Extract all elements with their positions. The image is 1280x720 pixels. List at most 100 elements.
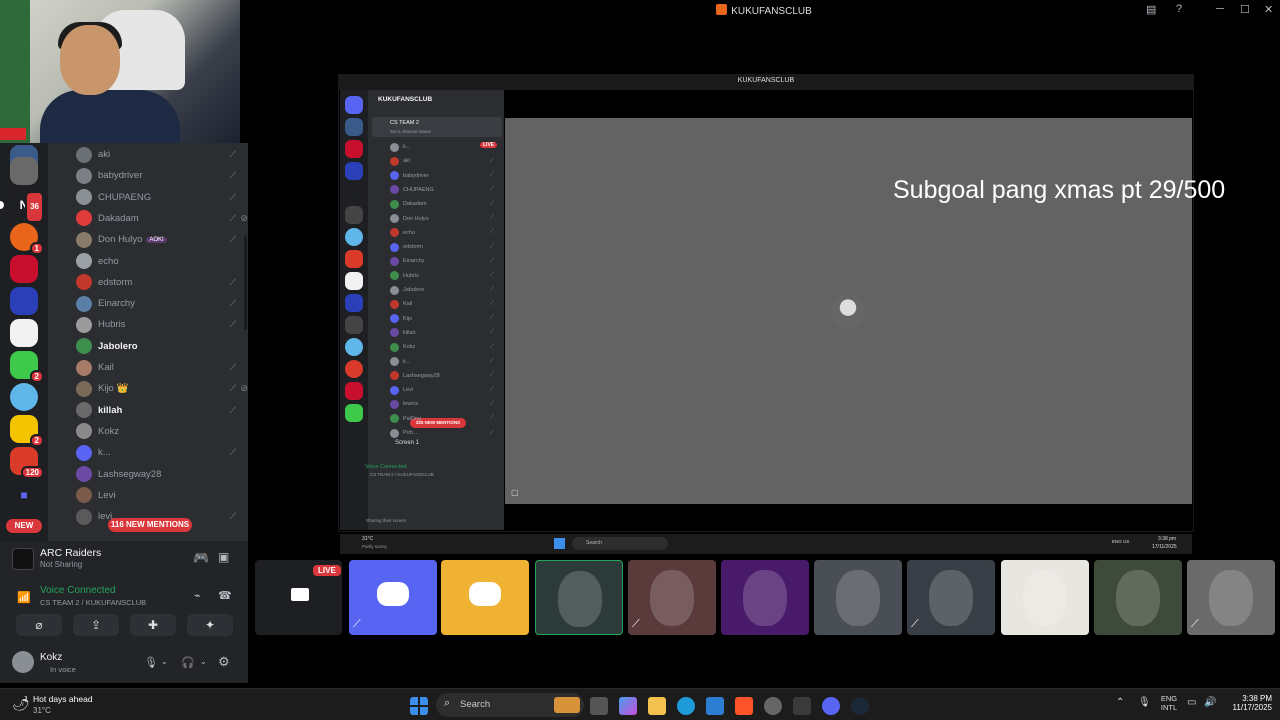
inner-list-item: k... ⟋: [390, 140, 502, 154]
task-view-icon[interactable]: [590, 697, 608, 715]
inner-title-bar: KUKUFANSCLUB: [338, 74, 1194, 90]
list-item[interactable]: k... ⟋: [76, 442, 248, 463]
noise-suppression-icon[interactable]: ⌁: [194, 589, 201, 602]
participant-tile[interactable]: ⟋: [907, 560, 995, 635]
network-icon[interactable]: ▭: [1187, 697, 1196, 708]
discord-icon[interactable]: [822, 697, 840, 715]
server-icon[interactable]: [10, 287, 38, 315]
copilot-icon[interactable]: [619, 697, 637, 715]
clock[interactable]: 3:38 PM 11/17/2025: [1222, 694, 1272, 712]
new-pill[interactable]: NEW: [6, 519, 42, 533]
participant-tile[interactable]: [1094, 560, 1182, 635]
participant-tile[interactable]: [535, 560, 623, 635]
server-icon[interactable]: N 36: [10, 191, 44, 223]
participant-tile[interactable]: [721, 560, 809, 635]
brave-icon[interactable]: [735, 697, 753, 715]
chevron-down-icon[interactable]: ⌄: [161, 657, 168, 666]
list-item[interactable]: killah ⟋: [76, 400, 248, 421]
list-item[interactable]: Levi: [76, 485, 248, 506]
soundboard-button[interactable]: ✦: [187, 614, 233, 636]
store-icon[interactable]: [706, 697, 724, 715]
server-icon[interactable]: 120: [10, 447, 44, 479]
maximize-button[interactable]: ☐: [1240, 3, 1250, 16]
server-icon[interactable]: 1: [10, 223, 44, 255]
server-icon[interactable]: [10, 157, 38, 185]
taskbar-search[interactable]: ⌕ Search: [436, 693, 584, 717]
list-item[interactable]: Don Hulyo AOKI ⟋: [76, 229, 248, 250]
mic-muted-icon: ⟋: [489, 400, 494, 407]
list-item[interactable]: Dakadam ⟋ ⊘: [76, 208, 248, 229]
inbox-icon[interactable]: ▤: [1146, 3, 1156, 16]
volume-icon[interactable]: 🔊: [1204, 697, 1216, 708]
avatar: [390, 299, 399, 309]
activities-button[interactable]: ✚: [130, 614, 176, 636]
nvidia-icon[interactable]: [793, 697, 811, 715]
share-screen-icon[interactable]: ▣: [218, 550, 229, 564]
list-item[interactable]: CHUPAENG ⟋: [76, 187, 248, 208]
participant-tile[interactable]: [814, 560, 902, 635]
avatar: [76, 380, 92, 397]
participant-tile[interactable]: ⟋: [1187, 560, 1275, 635]
server-icon[interactable]: 2: [10, 415, 44, 447]
new-mentions-pill[interactable]: 116 NEW MENTIONS: [108, 518, 192, 532]
weather-icon[interactable]: 🌶: [12, 695, 30, 712]
list-item[interactable]: Jabolero: [76, 336, 248, 357]
avatar[interactable]: [12, 651, 34, 673]
list-item[interactable]: Kokz: [76, 421, 248, 442]
minimize-button[interactable]: ─: [1216, 3, 1224, 15]
mic-tray-icon[interactable]: 🎙: [1138, 697, 1151, 708]
list-item[interactable]: Einarchy ⟋: [76, 293, 248, 314]
server-icon[interactable]: [10, 255, 38, 283]
avatar: [1209, 570, 1253, 626]
avatar: [743, 570, 787, 626]
headphones-icon[interactable]: 🎧: [181, 656, 195, 669]
member-name: k...: [98, 447, 111, 459]
mic-icon[interactable]: 🎙: [144, 656, 158, 669]
user-panel: ARC Raiders Not Sharing 🎮 ▣ 📶 Voice Conn…: [0, 541, 248, 683]
steam-icon[interactable]: [851, 697, 869, 715]
file-explorer-icon[interactable]: [648, 697, 666, 715]
list-item[interactable]: Kail ⟋: [76, 357, 248, 378]
server-icon[interactable]: 2: [10, 351, 44, 383]
chevron-down-icon[interactable]: ⌄: [200, 657, 207, 666]
voice-status[interactable]: Voice Connected: [40, 585, 116, 596]
avatar: [390, 314, 399, 324]
list-item[interactable]: babydriver ⟋: [76, 165, 248, 186]
language-indicator[interactable]: ENG INTL: [1158, 694, 1180, 712]
gamepad-icon[interactable]: 🎮: [193, 550, 209, 566]
camera-off-button[interactable]: ⌀: [16, 614, 62, 636]
weather-title[interactable]: Hot days ahead: [33, 694, 93, 704]
voice-channel[interactable]: CS TEAM 2 / KUKUFANSCLUB: [40, 598, 146, 607]
network-app-icon[interactable]: [764, 697, 782, 715]
mic-muted-icon: ⟋: [489, 300, 494, 307]
start-icon[interactable]: [410, 697, 428, 715]
close-button[interactable]: ✕: [1264, 3, 1273, 16]
inner-list-item: Poh... ⟋: [390, 426, 502, 440]
list-item[interactable]: Kijo 👑 ⟋ ⊘: [76, 378, 248, 399]
inner-member-name: Kijo: [403, 315, 413, 322]
list-item[interactable]: aki ⟋: [76, 144, 248, 165]
share-screen-button[interactable]: ⇪: [73, 614, 119, 636]
server-icon[interactable]: [10, 383, 38, 411]
server-icon[interactable]: [10, 319, 38, 347]
edge-icon[interactable]: [677, 697, 695, 715]
member-tag: AOKI: [146, 236, 167, 243]
participant-tile[interactable]: [1001, 560, 1089, 635]
inner-member-name: Lashsegway28: [403, 372, 440, 379]
inner-member-name: k...: [403, 144, 411, 150]
chevron-up-icon[interactable]: ⌃: [1116, 697, 1124, 708]
list-item[interactable]: echo: [76, 251, 248, 272]
help-icon[interactable]: ?: [1176, 3, 1182, 15]
inner-member-name: Kokz: [403, 344, 416, 351]
participant-tile[interactable]: ⟋: [628, 560, 716, 635]
list-item[interactable]: Hubris ⟋: [76, 314, 248, 335]
participant-tile[interactable]: ⟋: [349, 560, 437, 635]
fullscreen-icon[interactable]: ▢: [511, 488, 519, 497]
disconnect-icon[interactable]: ☎: [218, 589, 232, 602]
gear-icon[interactable]: ⚙: [218, 654, 230, 670]
list-item[interactable]: Lashsegway28: [76, 464, 248, 485]
list-item[interactable]: edstorm ⟋: [76, 272, 248, 293]
participant-tile[interactable]: [441, 560, 529, 635]
folder-icon[interactable]: ■: [10, 481, 38, 509]
member-list-scrollbar[interactable]: [244, 235, 247, 330]
